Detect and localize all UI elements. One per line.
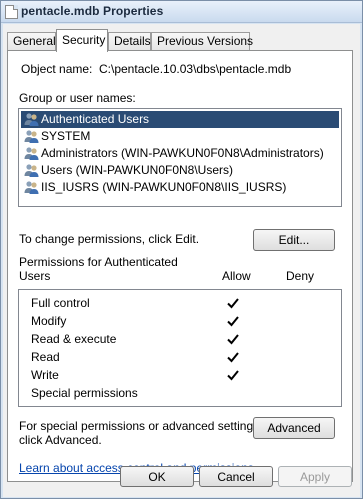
permission-row: Modify: [19, 312, 341, 330]
list-item-label: Authenticated Users: [41, 112, 150, 126]
allow-check-icon: [227, 352, 239, 363]
properties-window: pentacle.mdb Properties General Security…: [0, 0, 363, 499]
object-name-value: C:\pentacle.10.03\dbs\pentacle.mdb: [99, 62, 292, 76]
tab-security[interactable]: Security: [56, 29, 108, 52]
window-title: pentacle.mdb Properties: [21, 4, 164, 18]
list-item-label: SYSTEM: [41, 129, 91, 143]
allow-column-header: Allow: [222, 269, 251, 283]
advanced-hint-line1: For special permissions or advanced sett…: [19, 419, 263, 433]
ok-button[interactable]: OK: [120, 466, 194, 487]
users-icon: [24, 181, 39, 194]
permission-row: Special permissions: [19, 384, 341, 402]
group-user-list[interactable]: Authenticated Users SYSTEM Administrator…: [18, 108, 342, 207]
permission-label: Modify: [31, 314, 67, 328]
permission-row: Full control: [19, 294, 341, 312]
allow-check-icon: [227, 334, 239, 345]
users-icon: [24, 130, 39, 143]
object-name-label: Object name:: [21, 62, 93, 76]
apply-button[interactable]: Apply: [278, 466, 352, 487]
list-item-label: Administrators (WIN-PAWKUN0F0N8\Administ…: [41, 146, 324, 160]
allow-check-icon: [227, 298, 239, 309]
users-icon: [24, 164, 39, 177]
permission-label: Full control: [31, 296, 90, 310]
permissions-list: Full control Modify Read & execute Read …: [18, 289, 342, 407]
advanced-hint-line2: click Advanced.: [19, 433, 102, 447]
allow-check-icon: [227, 370, 239, 381]
tab-general[interactable]: General: [7, 32, 56, 51]
list-item[interactable]: Authenticated Users: [21, 111, 339, 128]
permissions-header-line1: Permissions for Authenticated: [19, 255, 178, 269]
permission-label: Special permissions: [31, 386, 138, 400]
cancel-button[interactable]: Cancel: [199, 466, 273, 487]
security-panel: Object name: C:\pentacle.10.03\dbs\penta…: [7, 50, 353, 482]
tab-previous-versions[interactable]: Previous Versions: [151, 32, 253, 51]
edit-button[interactable]: Edit...: [253, 229, 335, 251]
list-item[interactable]: IIS_IUSRS (WIN-PAWKUN0F0N8\IIS_IUSRS): [21, 179, 339, 196]
deny-column-header: Deny: [286, 269, 315, 283]
advanced-button[interactable]: Advanced: [253, 417, 335, 439]
list-item[interactable]: Administrators (WIN-PAWKUN0F0N8\Administ…: [21, 145, 339, 162]
list-item-label: IIS_IUSRS (WIN-PAWKUN0F0N8\IIS_IUSRS): [41, 180, 287, 194]
permissions-header-line2: Users: [19, 269, 51, 283]
permission-label: Write: [31, 368, 59, 382]
permission-label: Read: [31, 350, 60, 364]
file-icon: [5, 5, 18, 19]
title-bar[interactable]: pentacle.mdb Properties: [1, 1, 362, 23]
permission-row: Write: [19, 366, 341, 384]
tab-details[interactable]: Details: [108, 32, 151, 51]
change-permissions-hint: To change permissions, click Edit.: [19, 232, 200, 246]
permission-label: Read & execute: [31, 332, 117, 346]
allow-check-icon: [227, 316, 239, 327]
group-list-label: Group or user names:: [19, 91, 136, 105]
tab-strip: General Security Details Previous Versio…: [7, 29, 352, 52]
list-item-label: Users (WIN-PAWKUN0F0N8\Users): [41, 163, 234, 177]
permission-row: Read: [19, 348, 341, 366]
dialog-body: General Security Details Previous Versio…: [3, 24, 360, 497]
list-item[interactable]: SYSTEM: [21, 128, 339, 145]
users-icon: [24, 147, 39, 160]
permission-row: Read & execute: [19, 330, 341, 348]
users-icon: [24, 113, 39, 126]
list-item[interactable]: Users (WIN-PAWKUN0F0N8\Users): [21, 162, 339, 179]
